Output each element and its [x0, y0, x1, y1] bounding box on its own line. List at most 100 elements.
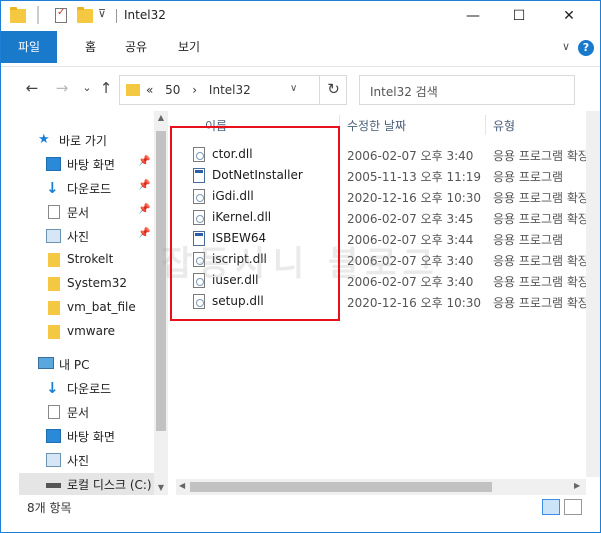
tab-view[interactable]: 보기 [166, 35, 212, 59]
scroll-left-icon[interactable]: ◀ [179, 481, 185, 490]
nav-pc-local-disk[interactable]: 로컬 디스크 (C:) [19, 473, 154, 495]
navigation-bar: ← → ⌄ ↑ « 50 › Intel32 ∨ ↻ Intel32 검색 [1, 67, 600, 111]
navigation-pane: ★ 바로 가기 바탕 화면 📌 ↓ 다운로드 📌 문서 📌 사진 📌 Strok… [19, 111, 154, 495]
large-icons-view-icon[interactable] [564, 499, 582, 515]
scroll-down-icon[interactable]: ▼ [154, 483, 168, 492]
maximize-button[interactable]: ☐ [496, 1, 542, 31]
nav-label: vmware [67, 324, 116, 338]
file-type: 응용 프로그램 확장 [493, 212, 586, 226]
nav-label: 로컬 디스크 (C:) [67, 478, 152, 492]
file-date: 2020-12-16 오후 10:30 [347, 296, 482, 310]
back-button[interactable]: ← [23, 79, 41, 97]
file-list-vertical-scrollbar[interactable] [586, 111, 600, 477]
scroll-right-icon[interactable]: ▶ [574, 481, 580, 490]
scrollbar-thumb[interactable] [190, 482, 492, 492]
search-placeholder: Intel32 검색 [370, 85, 438, 99]
breadcrumb-item[interactable]: Intel32 [209, 83, 251, 97]
file-type: 응용 프로그램 [493, 233, 564, 247]
nav-label: vm_bat_file [67, 300, 136, 314]
details-view-icon[interactable] [542, 499, 560, 515]
nav-pc-downloads[interactable]: ↓ 다운로드 [19, 377, 154, 399]
breadcrumb: « 50 › Intel32 [146, 83, 259, 97]
annotation-highlight-box [170, 126, 340, 321]
pin-icon[interactable]: 📌 [138, 180, 150, 191]
picture-icon [46, 229, 61, 243]
folder-icon [48, 277, 60, 291]
nav-this-pc[interactable]: 내 PC [19, 353, 154, 375]
refresh-button[interactable]: ↻ [319, 75, 347, 105]
search-box[interactable]: Intel32 검색 [359, 75, 575, 105]
document-icon [48, 405, 60, 419]
nav-label: 바탕 화면 [67, 430, 115, 444]
minimize-button[interactable]: — [450, 1, 496, 31]
column-header-date[interactable]: 수정한 날짜 [347, 117, 406, 134]
new-folder-icon[interactable] [77, 7, 93, 23]
divider [37, 6, 39, 24]
nav-item-vmware[interactable]: vmware [19, 321, 154, 343]
nav-pane-scrollbar[interactable]: ▲ ▼ [154, 111, 168, 495]
picture-icon [46, 453, 61, 467]
star-icon: ★ [38, 132, 50, 147]
tab-home[interactable]: 홈 [73, 35, 108, 59]
breadcrumb-item[interactable]: 50 [165, 83, 180, 97]
address-bar[interactable]: « 50 › Intel32 ∨ [119, 75, 347, 105]
file-type: 응용 프로그램 확장 [493, 149, 586, 163]
nav-item-pictures[interactable]: 사진 📌 [19, 225, 154, 247]
nav-pc-pictures[interactable]: 사진 [19, 449, 154, 471]
nav-label: System32 [67, 276, 128, 290]
column-divider[interactable] [485, 115, 486, 135]
recent-locations-button[interactable]: ⌄ [78, 79, 96, 97]
file-date: 2005-11-13 오후 11:19 [347, 170, 482, 184]
file-date: 2006-02-07 오후 3:40 [347, 149, 474, 163]
nav-item-strokelt[interactable]: Strokelt [19, 249, 154, 271]
breadcrumb-separator[interactable]: › [192, 83, 197, 97]
forward-button[interactable]: → [53, 79, 71, 97]
title-bar: ✓ ⊽ Intel32 — ☐ ✕ [1, 1, 600, 31]
pin-icon[interactable]: 📌 [138, 156, 150, 167]
quick-access-dropdown-icon[interactable]: ⊽ [98, 7, 114, 21]
nav-item-documents[interactable]: 문서 📌 [19, 201, 154, 223]
status-bar: 8개 항목 [1, 495, 600, 519]
download-icon: ↓ [46, 379, 59, 397]
file-date: 2020-12-16 오후 10:30 [347, 191, 482, 205]
breadcrumb-overflow[interactable]: « [146, 83, 153, 97]
folder-icon [48, 301, 60, 315]
file-list-horizontal-scrollbar[interactable]: ◀ ▶ [176, 479, 586, 495]
item-count: 8개 항목 [27, 501, 72, 515]
up-button[interactable]: ↑ [97, 79, 115, 97]
help-icon[interactable]: ? [578, 40, 594, 56]
folder-icon [48, 325, 60, 339]
tab-file[interactable]: 파일 [1, 31, 57, 63]
file-type: 응용 프로그램 확장 [493, 191, 586, 205]
folder-icon [10, 7, 26, 23]
close-button[interactable]: ✕ [546, 1, 592, 31]
tab-share[interactable]: 공유 [113, 35, 159, 59]
nav-quick-access[interactable]: ★ 바로 가기 [19, 129, 154, 151]
scroll-up-icon[interactable]: ▲ [154, 113, 168, 122]
desktop-icon [46, 429, 61, 443]
pin-icon[interactable]: 📌 [138, 228, 150, 239]
folder-icon [126, 84, 140, 96]
file-type: 응용 프로그램 확장 [493, 254, 586, 268]
nav-item-vm-bat-file[interactable]: vm_bat_file [19, 297, 154, 319]
checkmark-icon: ✓ [57, 7, 66, 18]
file-type: 응용 프로그램 확장 [493, 296, 586, 310]
title-separator [116, 9, 117, 23]
sort-ascending-icon: ^ [260, 111, 269, 118]
nav-label: 다운로드 [67, 382, 112, 396]
column-header-type[interactable]: 유형 [493, 117, 515, 134]
folder-icon [48, 253, 60, 267]
nav-pc-documents[interactable]: 문서 [19, 401, 154, 423]
ribbon: 파일 홈 공유 보기 ∨ ? [1, 31, 600, 67]
properties-icon[interactable]: ✓ [55, 7, 67, 23]
nav-item-system32[interactable]: System32 [19, 273, 154, 295]
nav-label: 바로 가기 [59, 134, 107, 148]
nav-item-downloads[interactable]: ↓ 다운로드 📌 [19, 177, 154, 199]
nav-item-desktop[interactable]: 바탕 화면 📌 [19, 153, 154, 175]
nav-label: 사진 [67, 230, 90, 244]
nav-pc-desktop[interactable]: 바탕 화면 [19, 425, 154, 447]
nav-label: Strokelt [67, 252, 114, 266]
expand-ribbon-icon[interactable]: ∨ [562, 40, 570, 53]
address-dropdown-icon[interactable]: ∨ [290, 83, 297, 94]
pin-icon[interactable]: 📌 [138, 204, 150, 215]
